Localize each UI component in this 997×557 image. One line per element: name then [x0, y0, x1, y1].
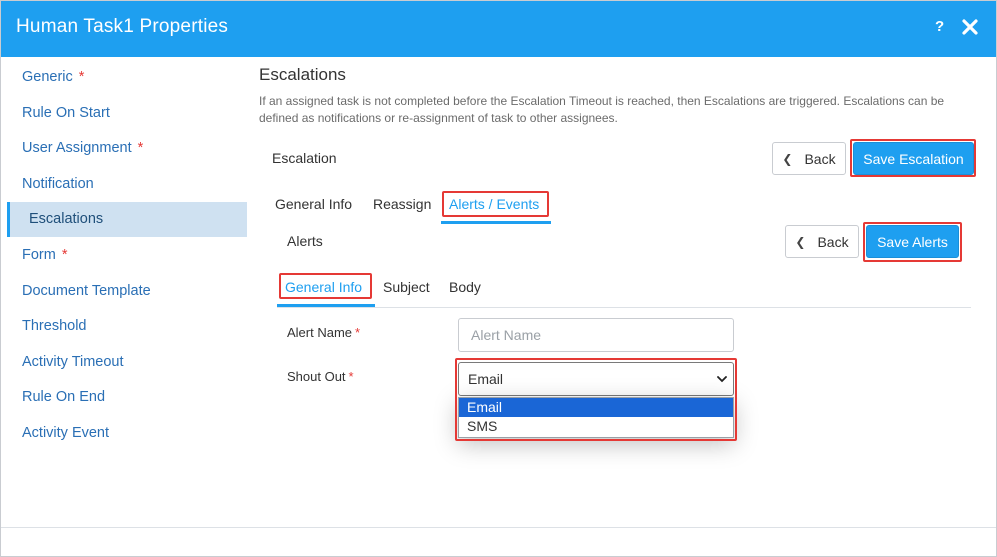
sidebar-item-label: User Assignment: [22, 140, 132, 156]
required-mark: *: [137, 140, 144, 156]
required-mark: *: [61, 247, 68, 263]
sidebar-item-activity-timeout[interactable]: Activity Timeout: [7, 345, 247, 380]
footer-divider: [1, 527, 996, 528]
chevron-left-icon: ❮: [782, 151, 793, 166]
sidebar: Generic * Rule On Start User Assignment * …: [1, 57, 247, 527]
alerts-header-label: Alerts: [287, 233, 323, 249]
alert-name-input[interactable]: Alert Name: [458, 318, 734, 352]
sidebar-item-label: Generic: [22, 69, 73, 85]
alert-name-label: Alert Name *: [287, 325, 360, 340]
tab-body[interactable]: Body: [449, 279, 481, 295]
shout-out-dropdown: Email SMS: [458, 397, 734, 438]
sidebar-item-notification[interactable]: Notification: [7, 167, 247, 202]
properties-dialog: Human Task1 Properties ? Generic * Rule O…: [0, 0, 997, 557]
sidebar-item-label: Threshold: [22, 318, 87, 334]
sidebar-item-rule-on-end[interactable]: Rule On End: [7, 380, 247, 415]
shout-out-label: Shout Out *: [287, 369, 354, 384]
back-label: Back: [804, 150, 836, 167]
shout-out-select[interactable]: Email: [458, 362, 734, 396]
section-title: Escalations: [259, 65, 346, 84]
dropdown-option-sms[interactable]: SMS: [459, 417, 733, 436]
dropdown-option-email[interactable]: Email: [459, 398, 733, 417]
sidebar-item-activity-event[interactable]: Activity Event: [7, 416, 247, 451]
required-mark: *: [348, 369, 354, 384]
sidebar-item-label: Notification: [22, 176, 94, 192]
sidebar-item-label: Escalations: [29, 211, 104, 227]
tab-reassign[interactable]: Reassign: [373, 196, 431, 212]
shout-out-value: Email: [468, 371, 504, 387]
dialog-title: Human Task1 Properties: [16, 16, 229, 37]
chevron-down-icon: [717, 376, 727, 383]
sidebar-item-user-assignment[interactable]: User Assignment *: [7, 131, 247, 166]
sidebar-item-label: Rule On End: [22, 389, 106, 405]
section-description: If an assigned task is not completed bef…: [259, 94, 945, 125]
back-label: Back: [817, 233, 849, 250]
help-icon[interactable]: ?: [935, 18, 944, 35]
sidebar-item-label: Rule On Start: [22, 105, 110, 121]
escalation-back-button[interactable]: ❮ Back: [772, 142, 846, 175]
escalation-header-label: Escalation: [272, 150, 337, 166]
alerts-back-button[interactable]: ❮ Back: [785, 225, 859, 258]
sidebar-item-label: Activity Timeout: [22, 354, 124, 370]
title-bar: Human Task1 Properties ?: [1, 1, 996, 57]
active-tab-underline: [441, 221, 551, 224]
sidebar-item-document-template[interactable]: Document Template: [7, 274, 247, 309]
sidebar-item-generic[interactable]: Generic *: [7, 60, 247, 95]
sidebar-item-threshold[interactable]: Threshold: [7, 309, 247, 344]
sidebar-item-label: Form: [22, 247, 56, 263]
sidebar-item-rule-on-start[interactable]: Rule On Start: [7, 96, 247, 131]
tab-subject[interactable]: Subject: [383, 279, 430, 295]
close-icon[interactable]: [961, 18, 979, 36]
save-escalation-button[interactable]: Save Escalation: [853, 142, 974, 175]
required-mark: *: [78, 69, 85, 85]
sidebar-item-form[interactable]: Form *: [7, 238, 247, 273]
subtab-divider: [277, 307, 971, 308]
tab-alerts-events[interactable]: Alerts / Events: [449, 196, 539, 212]
sidebar-item-label: Activity Event: [22, 425, 110, 441]
shout-out-label-text: Shout Out: [287, 369, 346, 384]
sidebar-item-escalations[interactable]: Escalations: [7, 202, 247, 237]
alert-name-label-text: Alert Name: [287, 325, 353, 340]
sidebar-item-label: Document Template: [22, 283, 151, 299]
tab-alert-general-info[interactable]: General Info: [285, 279, 362, 295]
tab-escalation-general-info[interactable]: General Info: [275, 196, 352, 212]
chevron-left-icon: ❮: [795, 234, 806, 249]
save-alerts-button[interactable]: Save Alerts: [866, 225, 959, 258]
required-mark: *: [355, 325, 361, 340]
